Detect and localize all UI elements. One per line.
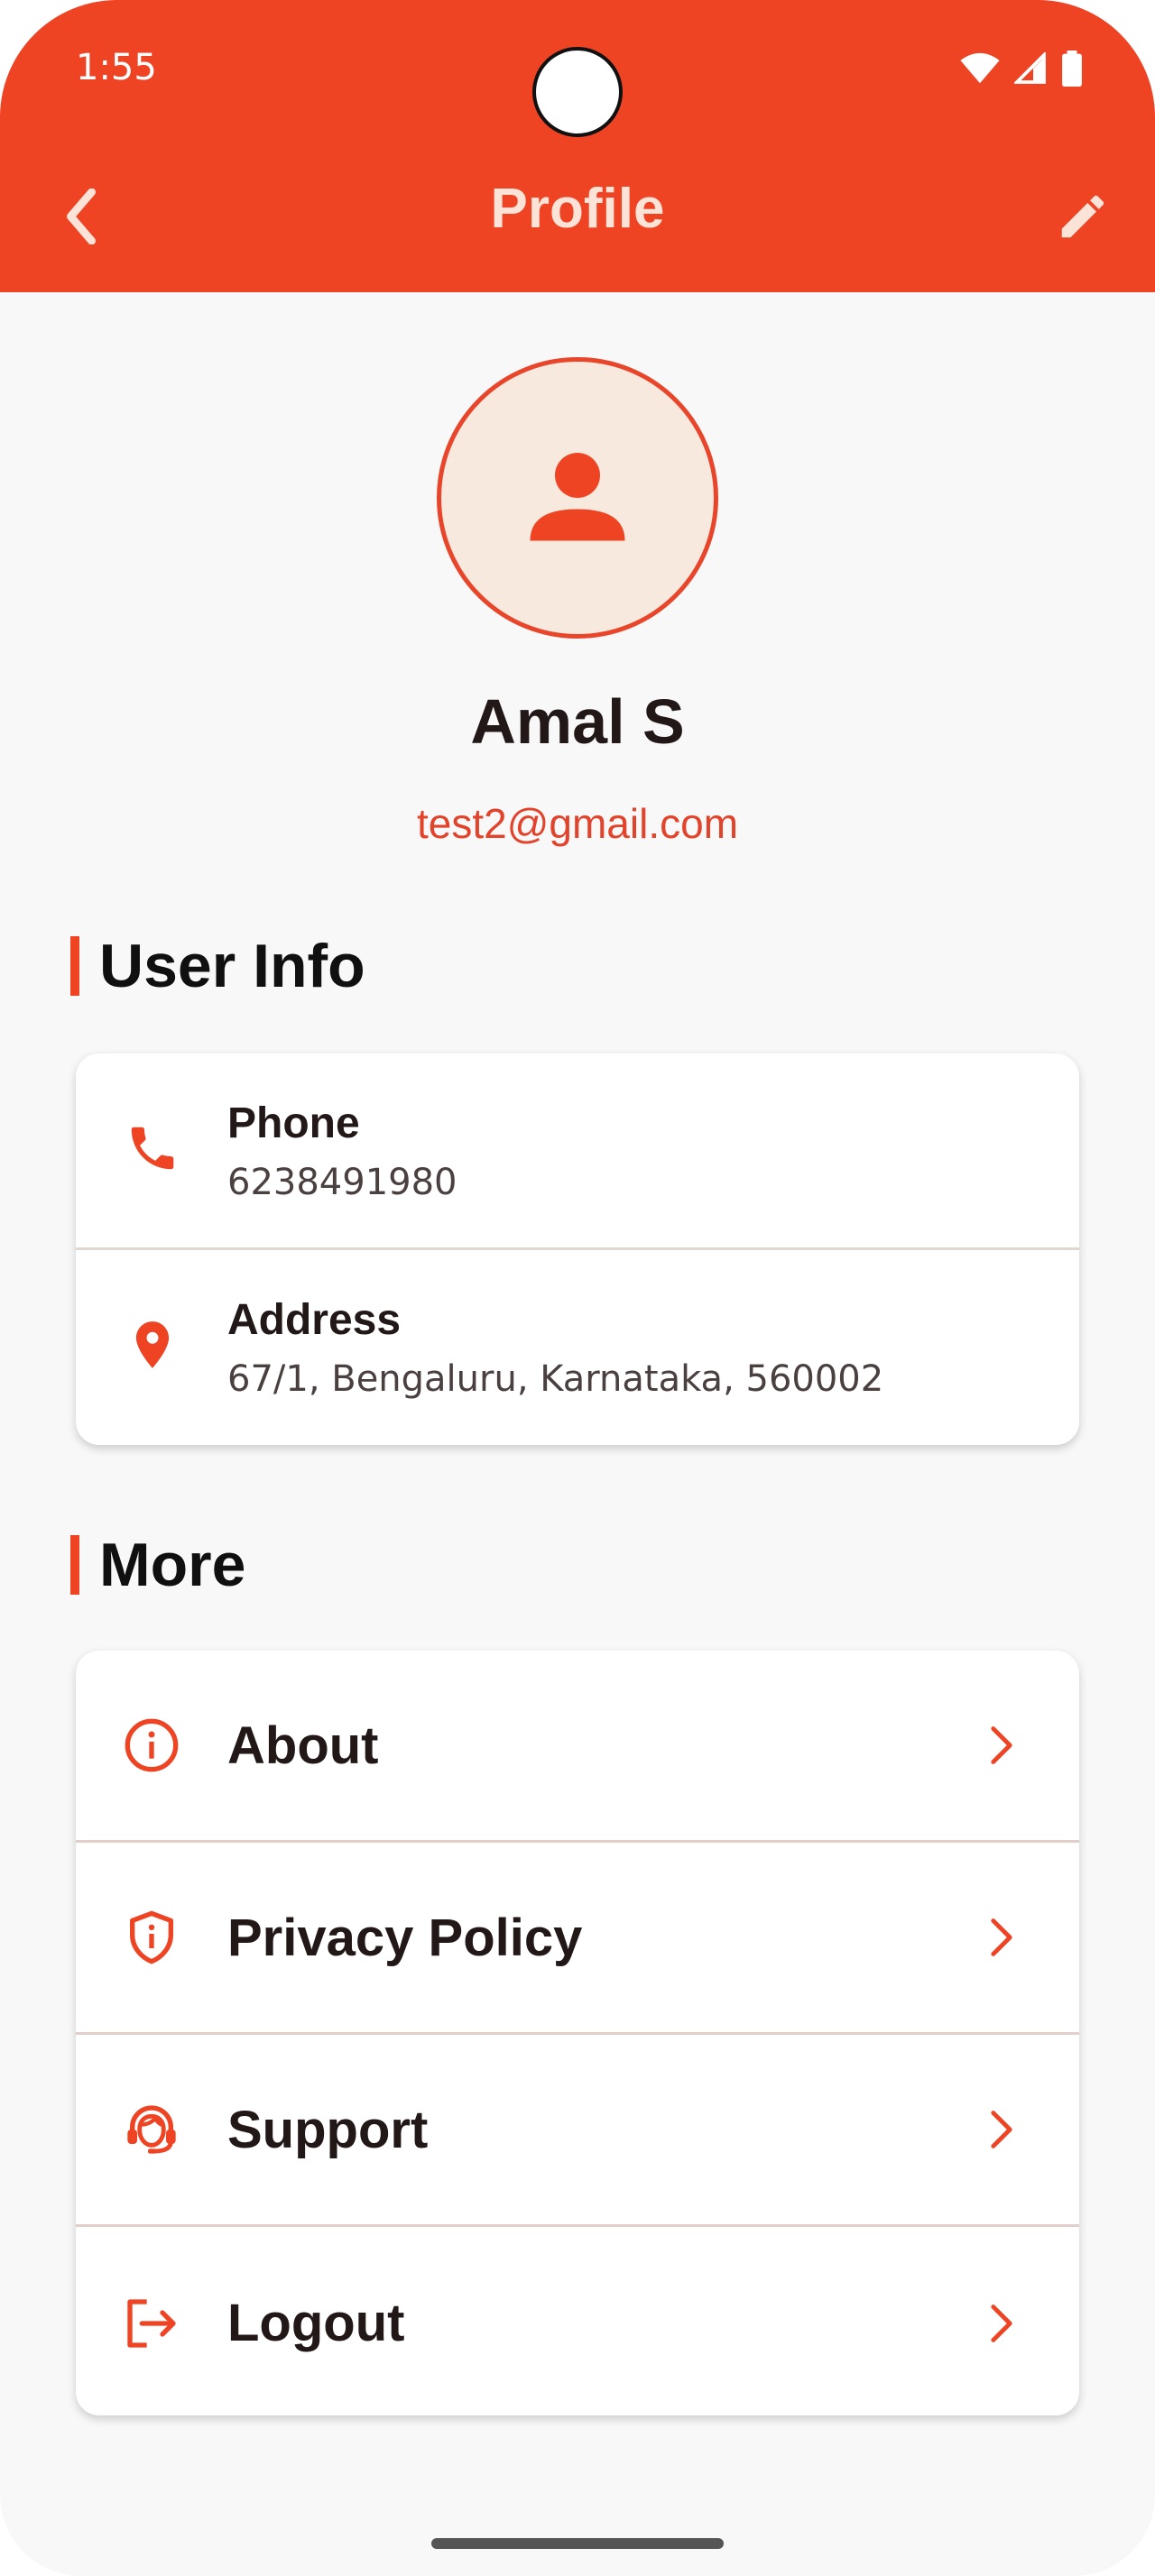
info-label: Address	[227, 1296, 402, 1344]
signal-icon	[1014, 52, 1046, 84]
section-title: More	[99, 1531, 246, 1599]
info-row-phone[interactable]: Phone 6238491980	[76, 1053, 1079, 1250]
more-card: About Privacy Policy Support Logout	[76, 1651, 1079, 2415]
user-name: Amal S	[470, 686, 685, 757]
info-row-address[interactable]: Address 67/1, Bengaluru, Karnataka, 5600…	[76, 1250, 1079, 1445]
shield-icon	[130, 1910, 173, 1964]
menu-item-label: Support	[227, 2100, 429, 2159]
wifi-icon	[960, 52, 1000, 84]
info-label: Phone	[227, 1099, 360, 1147]
app-bar: 1:55 Profile	[0, 0, 1155, 292]
chevron-right-icon	[991, 1918, 1012, 1956]
battery-icon	[1062, 51, 1082, 87]
support-agent-icon	[127, 2105, 176, 2154]
section-accent-bar	[70, 1535, 79, 1595]
chevron-right-icon	[991, 2304, 1012, 2342]
avatar[interactable]	[437, 357, 718, 639]
info-value: 6238491980	[227, 1162, 457, 1203]
menu-item-label: About	[227, 1716, 379, 1775]
info-icon	[125, 1718, 179, 1772]
section-user-info: User Info	[70, 931, 365, 1001]
phone-icon	[131, 1127, 174, 1170]
location-pin-icon	[135, 1321, 170, 1368]
pencil-icon	[1061, 195, 1104, 238]
section-more: More	[70, 1530, 245, 1600]
camera-cutout	[532, 47, 623, 137]
chevron-right-icon	[991, 1726, 1012, 1764]
user-info-card: Phone 6238491980 Address 67/1, Bengaluru…	[76, 1053, 1079, 1445]
menu-item-label: Logout	[227, 2294, 405, 2352]
person-icon	[530, 453, 625, 541]
logout-icon	[127, 2298, 176, 2348]
phone-screen: 1:55 Profile Amal S test2@gmail.com User…	[0, 0, 1155, 2576]
section-accent-bar	[70, 936, 79, 996]
menu-item-logout[interactable]: Logout	[76, 2227, 1079, 2415]
menu-item-support[interactable]: Support	[76, 2035, 1079, 2227]
edit-button[interactable]	[1047, 180, 1119, 253]
info-value: 67/1, Bengaluru, Karnataka, 560002	[227, 1358, 884, 1400]
status-time: 1:55	[76, 47, 157, 88]
status-icons	[960, 51, 1083, 87]
menu-item-label: Privacy Policy	[227, 1908, 583, 1967]
menu-item-privacy-policy[interactable]: Privacy Policy	[76, 1843, 1079, 2035]
page-title: Profile	[490, 178, 665, 240]
menu-item-about[interactable]: About	[76, 1651, 1079, 1843]
user-email: test2@gmail.com	[416, 800, 739, 847]
chevron-right-icon	[991, 2111, 1012, 2148]
home-indicator[interactable]	[431, 2538, 724, 2549]
section-title: User Info	[99, 932, 365, 1000]
